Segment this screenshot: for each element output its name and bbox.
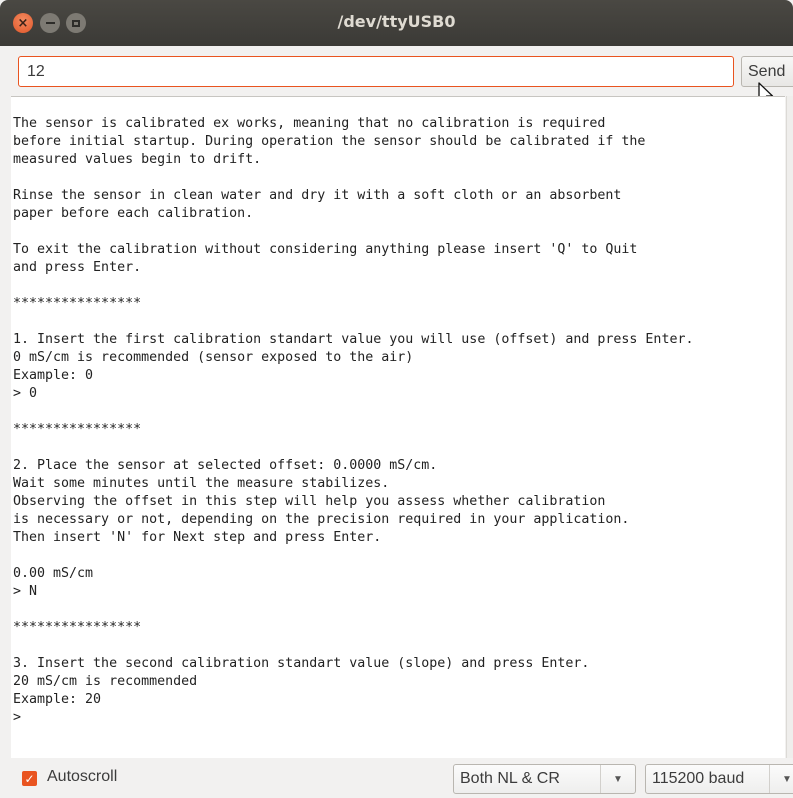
output-line: The sensor is calibrated ex works, meani… <box>13 116 606 131</box>
output-line: > 0 <box>13 386 38 401</box>
output-line: before initial startup. During operation… <box>13 134 646 149</box>
output-line: Wait some minutes until the measure stab… <box>13 476 390 491</box>
line-ending-value: Both NL & CR <box>460 770 560 787</box>
checkmark-icon: ✓ <box>24 771 35 786</box>
output-line: 0.00 mS/cm <box>13 566 94 581</box>
output-line: To exit the calibration without consider… <box>13 242 638 257</box>
chevron-down-icon: ▼ <box>769 765 793 793</box>
output-line: Example: 20 <box>13 692 102 707</box>
output-line: Rinse the sensor in clean water and dry … <box>13 188 622 203</box>
output-line: 3. Insert the second calibration standar… <box>13 656 590 671</box>
output-line: > N <box>13 584 38 599</box>
vertical-scrollbar[interactable] <box>786 96 793 758</box>
autoscroll-checkbox[interactable]: ✓ <box>22 771 37 786</box>
output-line: Observing the offset in this step will h… <box>13 494 606 509</box>
output-line: > <box>13 710 22 725</box>
line-ending-select[interactable]: Both NL & CR ▼ <box>453 764 636 794</box>
bottom-bar: ✓ Autoscroll Both NL & CR ▼ 115200 baud … <box>0 758 793 798</box>
output-line: is necessary or not, depending on the pr… <box>13 512 630 527</box>
send-row: 12 Send <box>0 46 793 96</box>
output-line: Then insert 'N' for Next step and press … <box>13 530 382 545</box>
output-line: paper before each calibration. <box>13 206 254 221</box>
window-title: /dev/ttyUSB0 <box>337 12 456 31</box>
output-line: 2. Place the sensor at selected offset: … <box>13 458 438 473</box>
serial-output[interactable]: The sensor is calibrated ex works, meani… <box>11 96 785 758</box>
baud-rate-select[interactable]: 115200 baud ▼ <box>645 764 793 794</box>
output-line: **************** <box>13 620 142 635</box>
baud-rate-value: 115200 baud <box>652 770 745 787</box>
serial-monitor-window: × /dev/ttyUSB0 12 Send The sensor is cal… <box>0 0 793 798</box>
output-line: and press Enter. <box>13 260 142 275</box>
output-line: **************** <box>13 296 142 311</box>
output-line: 1. Insert the first calibration standart… <box>13 332 694 347</box>
serial-output-text: The sensor is calibrated ex works, meani… <box>11 115 785 727</box>
chevron-down-icon: ▼ <box>600 765 635 793</box>
output-line: 0 mS/cm is recommended (sensor exposed t… <box>13 350 414 365</box>
output-line: **************** <box>13 422 142 437</box>
output-line: Example: 0 <box>13 368 94 383</box>
output-line: measured values begin to drift. <box>13 152 262 167</box>
output-line: 20 mS/cm is recommended <box>13 674 198 689</box>
autoscroll-label[interactable]: Autoscroll <box>47 768 117 786</box>
title-bar[interactable]: × /dev/ttyUSB0 <box>0 0 793 46</box>
send-input[interactable]: 12 <box>18 56 734 87</box>
